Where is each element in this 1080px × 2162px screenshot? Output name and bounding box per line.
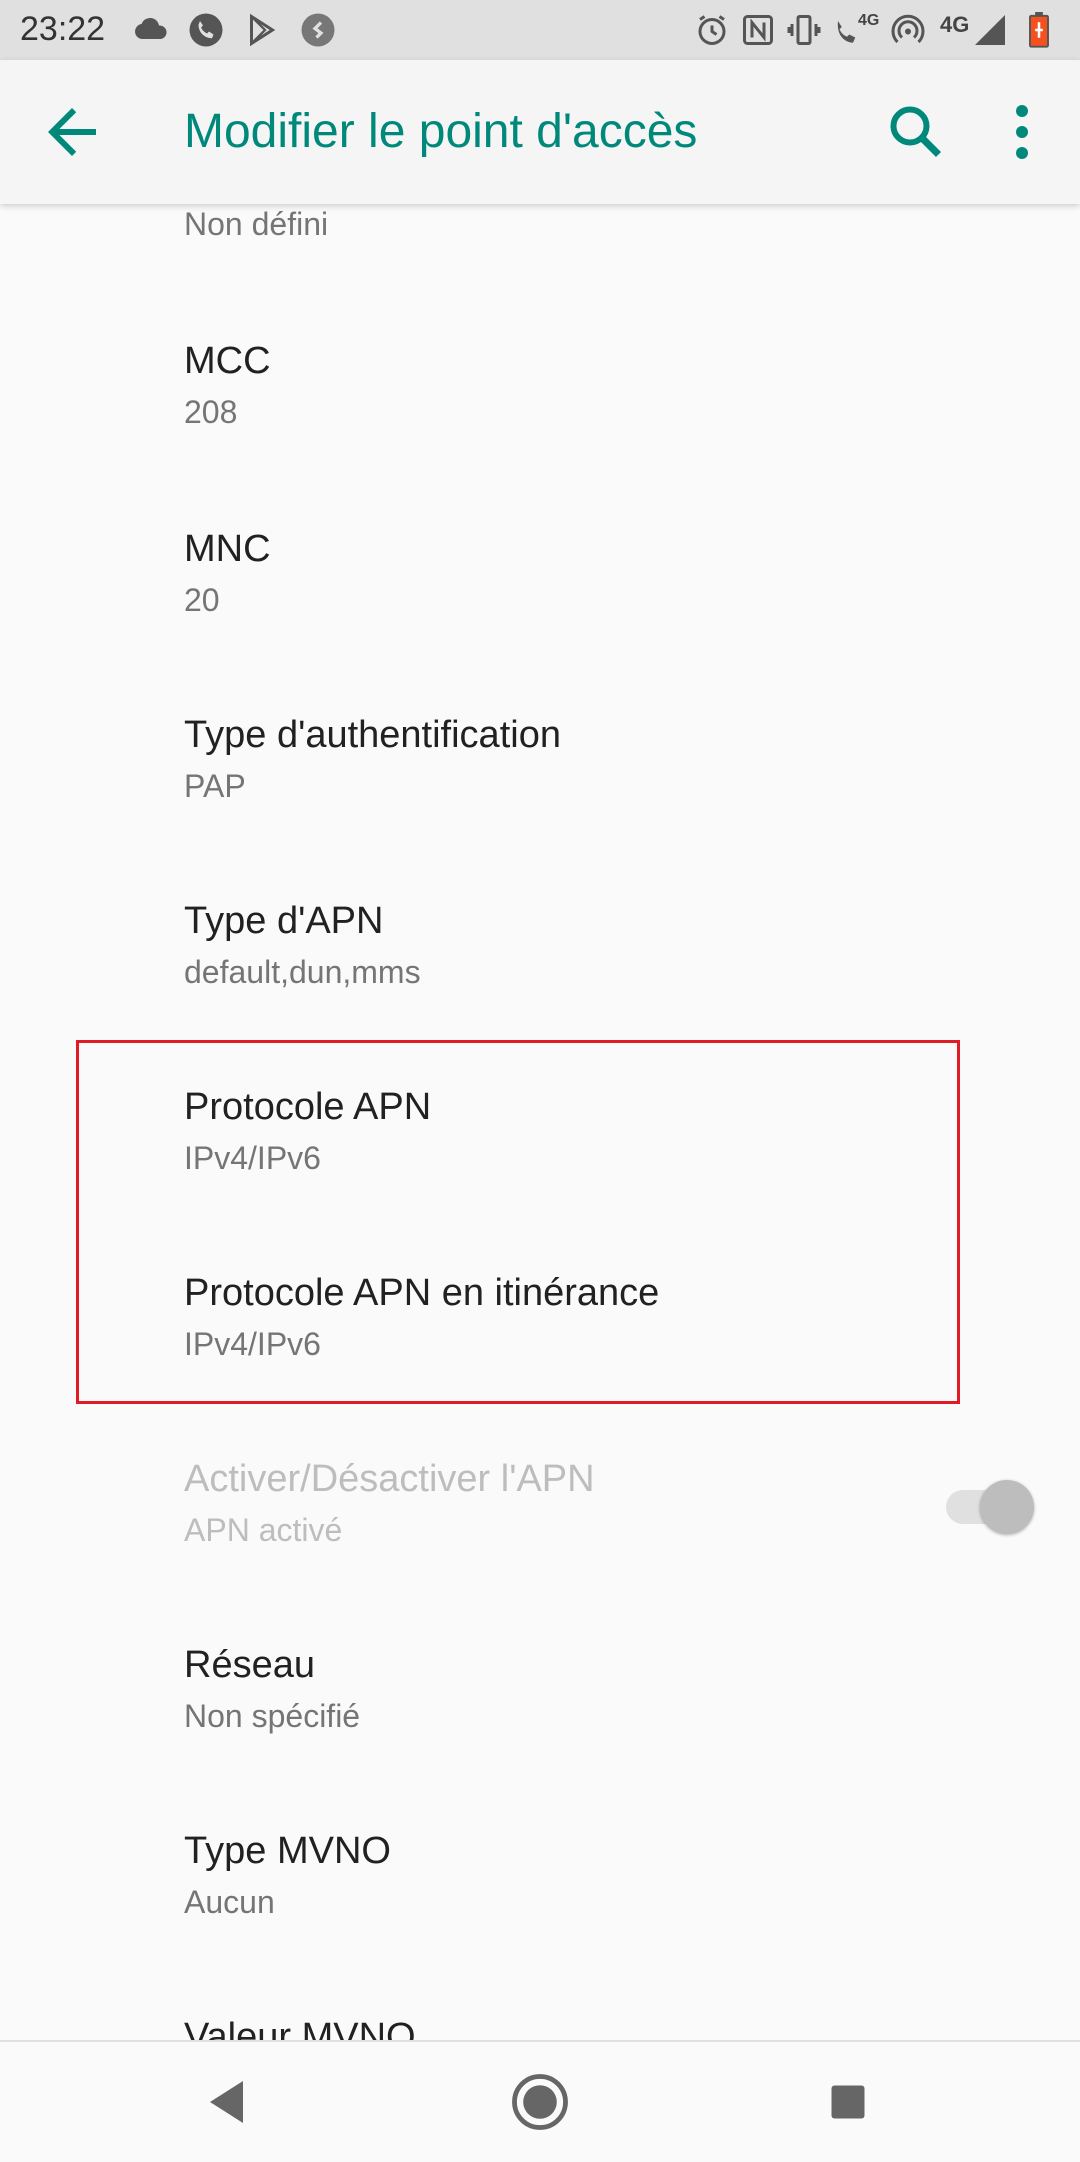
- pref-summary: PAP: [184, 768, 246, 804]
- pref-title: MNC: [184, 528, 271, 570]
- pref-item-mnc[interactable]: MNC 20: [0, 492, 1080, 680]
- pref-item-apn-type[interactable]: Type d'APN default,dun,mms: [0, 868, 1080, 1056]
- pref-item-mvno-type[interactable]: Type MVNO Aucun: [0, 1808, 1080, 1996]
- app-bar: Modifier le point d'accès: [0, 60, 1080, 204]
- pref-title: Valeur MVNO: [184, 2016, 416, 2040]
- arrow-back-icon: [48, 108, 96, 156]
- nav-home-button[interactable]: [504, 2066, 576, 2138]
- pref-item-mvno-value[interactable]: Valeur MVNO: [0, 1996, 1080, 2040]
- pref-title: Activer/Désactiver l'APN: [184, 1458, 595, 1500]
- pref-item-apn-enable: Activer/Désactiver l'APN APN activé: [0, 1432, 1080, 1620]
- volte-label: 4G: [858, 12, 880, 29]
- alarm-icon: [698, 15, 726, 45]
- preference-list: Non défini MCC 208 MNC 20 Type d'authent…: [0, 204, 1080, 2040]
- pref-summary: 20: [184, 582, 220, 618]
- back-triangle-icon: [210, 2081, 243, 2123]
- pref-title: Type d'authentification: [184, 714, 561, 756]
- status-bar: 23:22 4G 4G: [0, 0, 1080, 60]
- vibrate-icon: [787, 15, 821, 45]
- network-type-label: 4G: [940, 12, 970, 37]
- phone-icon: [189, 13, 223, 47]
- pref-summary: 208: [184, 394, 238, 430]
- highlight-box: [76, 1040, 960, 1404]
- home-circle-icon: [512, 2074, 568, 2130]
- more-vert-icon: [1016, 105, 1028, 159]
- cloud-icon: [135, 17, 167, 39]
- hotspot-icon: [891, 14, 925, 44]
- pref-title: Réseau: [184, 1644, 315, 1686]
- pref-summary: APN activé: [184, 1512, 343, 1548]
- pref-summary: default,dun,mms: [184, 954, 421, 990]
- pref-summary: Aucun: [184, 1884, 275, 1920]
- search-icon: [890, 106, 942, 158]
- navigation-bar: [0, 2040, 1080, 2162]
- pref-summary: Non spécifié: [184, 1698, 361, 1734]
- pref-title: Type d'APN: [184, 900, 384, 942]
- pref-item-network[interactable]: Réseau Non spécifié: [0, 1620, 1080, 1808]
- battery-icon: [1029, 12, 1049, 48]
- nav-back-button[interactable]: [192, 2066, 264, 2138]
- pref-item-auth-type[interactable]: Type d'authentification PAP: [0, 680, 1080, 868]
- recents-square-icon: [831, 2085, 865, 2119]
- pref-title: Type MVNO: [184, 1830, 391, 1872]
- search-button[interactable]: [880, 96, 952, 168]
- toggle-thumb: [980, 1480, 1034, 1534]
- nav-recents-button[interactable]: [812, 2066, 884, 2138]
- signal-icon: [975, 15, 1005, 45]
- pref-item-undefined[interactable]: Non défini: [0, 204, 1080, 304]
- page-title: Modifier le point d'accès: [184, 105, 698, 158]
- play-store-icon: [250, 13, 276, 47]
- nfc-icon: [743, 15, 773, 45]
- pref-summary: Non défini: [184, 206, 329, 242]
- overflow-menu-button[interactable]: [986, 96, 1058, 168]
- shazam-icon: [301, 13, 335, 47]
- back-button[interactable]: [36, 96, 108, 168]
- status-time: 23:22: [20, 10, 106, 48]
- pref-title: MCC: [184, 340, 271, 382]
- pref-item-mcc[interactable]: MCC 208: [0, 304, 1080, 492]
